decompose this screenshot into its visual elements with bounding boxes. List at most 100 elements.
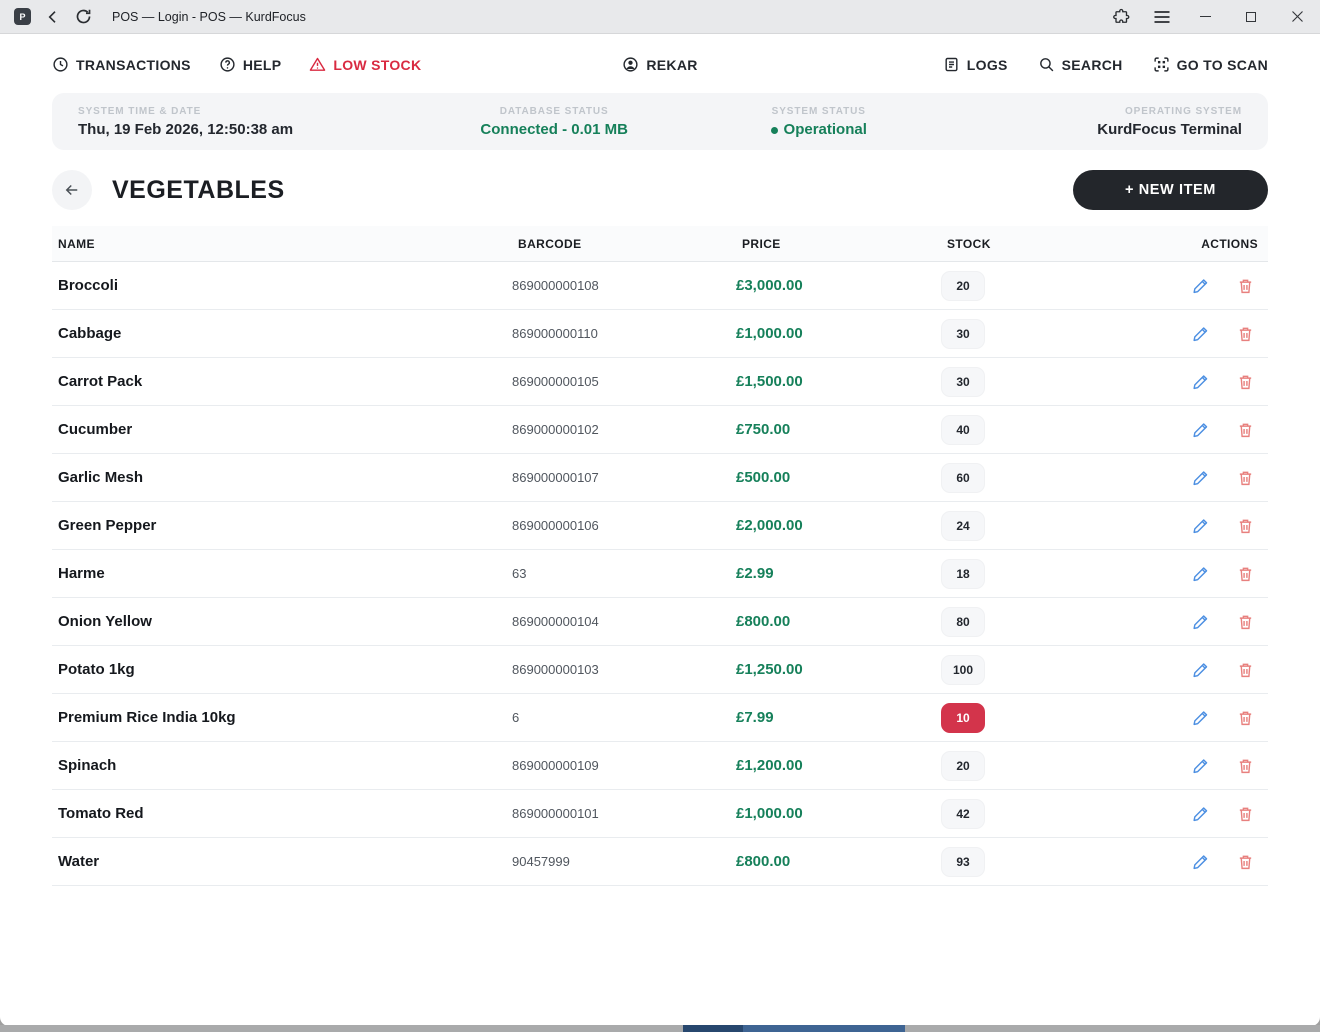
trash-delete-icon (1237, 709, 1254, 727)
edit-item-button[interactable] (1192, 325, 1209, 343)
edit-item-button[interactable] (1192, 613, 1209, 631)
table-body: Broccoli 869000000108 £3,000.00 20 Cabba… (52, 262, 1268, 886)
nav-user[interactable]: REKAR (622, 56, 697, 73)
edit-item-button[interactable] (1192, 565, 1209, 583)
browser-reload-button[interactable] (75, 8, 92, 25)
item-barcode: 6 (512, 710, 736, 725)
pencil-edit-icon (1192, 517, 1209, 535)
nav-logs[interactable]: LOGS (943, 56, 1008, 73)
delete-item-button[interactable] (1237, 469, 1254, 487)
warning-icon (309, 56, 326, 73)
delete-item-button[interactable] (1237, 709, 1254, 727)
item-name: Carrot Pack (52, 373, 512, 390)
nav-search-label: SEARCH (1062, 57, 1123, 73)
system-status-bar: SYSTEM TIME & DATE Thu, 19 Feb 2026, 12:… (52, 93, 1268, 150)
status-database-label: DATABASE STATUS (500, 106, 609, 117)
edit-item-button[interactable] (1192, 277, 1209, 295)
taskbar-segment (683, 1025, 743, 1032)
delete-item-button[interactable] (1237, 421, 1254, 439)
item-name: Potato 1kg (52, 661, 512, 678)
inventory-table: NAME BARCODE PRICE STOCK ACTIONS Broccol… (52, 226, 1268, 886)
minimize-icon (1200, 16, 1211, 17)
stock-badge: 20 (941, 751, 985, 781)
maximize-button[interactable] (1228, 0, 1274, 34)
table-row: Harme 63 £2.99 18 (52, 550, 1268, 598)
item-price: £800.00 (736, 853, 941, 870)
nav-low-stock-label: LOW STOCK (333, 57, 421, 73)
page-header: VEGETABLES + NEW ITEM (52, 170, 1268, 210)
item-barcode: 869000000105 (512, 374, 736, 389)
delete-item-button[interactable] (1237, 277, 1254, 295)
delete-item-button[interactable] (1237, 853, 1254, 871)
item-barcode: 869000000102 (512, 422, 736, 437)
edit-item-button[interactable] (1192, 373, 1209, 391)
puzzle-icon (1113, 8, 1131, 26)
nav-help[interactable]: HELP (219, 56, 282, 73)
top-navigation: TRANSACTIONS HELP LOW STOCK REKAR LOGS (52, 56, 1268, 73)
browser-back-button[interactable] (45, 9, 61, 25)
new-item-button[interactable]: + NEW ITEM (1073, 170, 1268, 210)
status-system-label: SYSTEM STATUS (772, 106, 866, 117)
minimize-button[interactable] (1182, 0, 1228, 34)
nav-logs-label: LOGS (967, 57, 1008, 73)
status-time-value: Thu, 19 Feb 2026, 12:50:38 am (78, 121, 422, 138)
nav-transactions[interactable]: TRANSACTIONS (52, 56, 191, 73)
item-price: £800.00 (736, 613, 941, 630)
edit-item-button[interactable] (1192, 421, 1209, 439)
item-price: £1,000.00 (736, 805, 941, 822)
item-barcode: 869000000106 (512, 518, 736, 533)
delete-item-button[interactable] (1237, 325, 1254, 343)
trash-delete-icon (1237, 517, 1254, 535)
table-row: Premium Rice India 10kg 6 £7.99 10 (52, 694, 1268, 742)
delete-item-button[interactable] (1237, 517, 1254, 535)
desktop-taskbar-sliver (0, 1025, 1320, 1032)
nav-go-to-scan[interactable]: GO TO SCAN (1153, 56, 1268, 73)
item-price: £2,000.00 (736, 517, 941, 534)
help-icon (219, 56, 236, 73)
pencil-edit-icon (1192, 325, 1209, 343)
item-price: £750.00 (736, 421, 941, 438)
delete-item-button[interactable] (1237, 805, 1254, 823)
table-row: Cucumber 869000000102 £750.00 40 (52, 406, 1268, 454)
edit-item-button[interactable] (1192, 709, 1209, 727)
item-barcode: 869000000108 (512, 278, 736, 293)
delete-item-button[interactable] (1237, 757, 1254, 775)
browser-menu-button[interactable] (1142, 0, 1182, 34)
table-row: Tomato Red 869000000101 £1,000.00 42 (52, 790, 1268, 838)
edit-item-button[interactable] (1192, 661, 1209, 679)
status-database-value: Connected - 0.01 MB (480, 121, 628, 138)
edit-item-button[interactable] (1192, 757, 1209, 775)
header-actions: ACTIONS (1091, 237, 1268, 251)
trash-delete-icon (1237, 661, 1254, 679)
pencil-edit-icon (1192, 565, 1209, 583)
trash-delete-icon (1237, 373, 1254, 391)
item-name: Cucumber (52, 421, 512, 438)
delete-item-button[interactable] (1237, 565, 1254, 583)
item-name: Cabbage (52, 325, 512, 342)
close-button[interactable] (1274, 0, 1320, 34)
stock-badge: 18 (941, 559, 985, 589)
nav-low-stock[interactable]: LOW STOCK (309, 56, 421, 73)
edit-item-button[interactable] (1192, 805, 1209, 823)
trash-delete-icon (1237, 853, 1254, 871)
delete-item-button[interactable] (1237, 661, 1254, 679)
nav-user-label: REKAR (646, 57, 697, 73)
table-header-row: NAME BARCODE PRICE STOCK ACTIONS (52, 226, 1268, 262)
item-price: £7.99 (736, 709, 941, 726)
edit-item-button[interactable] (1192, 469, 1209, 487)
extensions-button[interactable] (1102, 0, 1142, 34)
pencil-edit-icon (1192, 661, 1209, 679)
back-icon (45, 9, 61, 25)
item-barcode: 63 (512, 566, 736, 581)
delete-item-button[interactable] (1237, 613, 1254, 631)
back-button[interactable] (52, 170, 92, 210)
edit-item-button[interactable] (1192, 853, 1209, 871)
pencil-edit-icon (1192, 469, 1209, 487)
nav-search[interactable]: SEARCH (1038, 56, 1123, 73)
logs-icon (943, 56, 960, 73)
delete-item-button[interactable] (1237, 373, 1254, 391)
trash-delete-icon (1237, 613, 1254, 631)
reload-icon (75, 8, 92, 25)
item-barcode: 869000000104 (512, 614, 736, 629)
edit-item-button[interactable] (1192, 517, 1209, 535)
